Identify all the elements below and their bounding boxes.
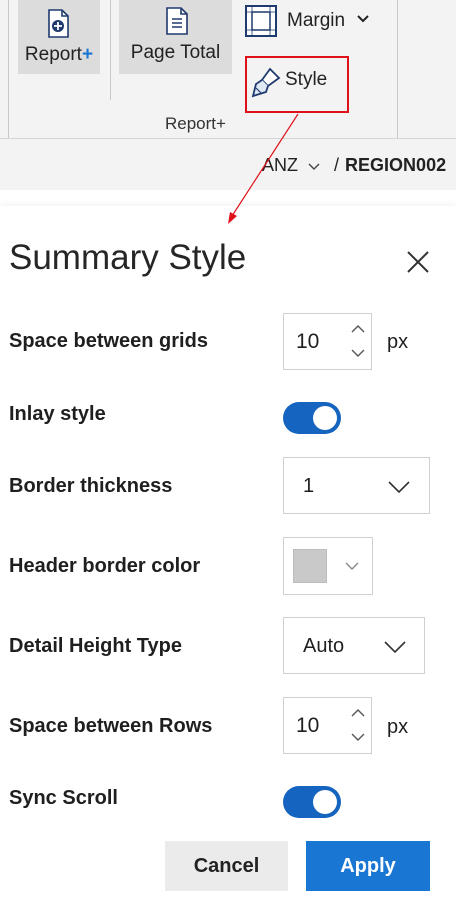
stepper-arrows-icon[interactable]: [350, 708, 366, 742]
margin-icon: [245, 5, 277, 37]
header-border-color-picker[interactable]: [283, 537, 373, 595]
space-between-grids-stepper[interactable]: 10: [283, 313, 372, 370]
space-between-grids-unit: px: [387, 331, 409, 353]
space-between-grids-label: Space between grids: [9, 330, 208, 352]
border-thickness-label: Border thickness: [9, 475, 173, 497]
header-border-color-label: Header border color: [9, 555, 201, 577]
breadcrumb-current: REGION002: [345, 155, 447, 175]
margin-dropdown-button[interactable]: Margin: [244, 4, 374, 40]
panel-title: Summary Style: [9, 238, 247, 277]
space-between-rows-unit: px: [387, 716, 409, 738]
chevron-down-icon[interactable]: [307, 162, 321, 171]
ribbon-divider: [8, 0, 9, 138]
margin-label: Margin: [287, 10, 346, 31]
inlay-style-label: Inlay style: [9, 403, 106, 425]
inlay-style-toggle[interactable]: [283, 402, 341, 434]
report-plus-sign: +: [81, 44, 94, 65]
stepper-arrows-icon[interactable]: [350, 324, 366, 358]
sync-scroll-label: Sync Scroll: [9, 787, 118, 809]
space-between-rows-value: 10: [296, 714, 320, 737]
cancel-button[interactable]: Cancel: [165, 841, 288, 891]
toggle-knob: [313, 790, 337, 814]
color-swatch: [293, 549, 327, 583]
space-between-grids-value: 10: [296, 330, 320, 353]
style-button[interactable]: Style: [245, 56, 349, 113]
detail-height-type-select[interactable]: Auto: [283, 617, 425, 674]
page-total-icon: [166, 7, 188, 35]
chevron-down-icon: [384, 641, 406, 654]
breadcrumb-parent[interactable]: ANZ: [262, 155, 298, 175]
paintbrush-icon: [251, 67, 281, 98]
chevron-down-icon: [357, 15, 369, 23]
report-plus-button[interactable]: Report+: [18, 0, 100, 74]
page-total-label: Page Total: [130, 42, 221, 63]
breadcrumb: ANZ / REGION002: [262, 155, 446, 176]
sync-scroll-toggle[interactable]: [283, 786, 341, 818]
border-thickness-value: 1: [303, 475, 315, 497]
ribbon-toolbar: Report+ Page Total Margin Style Report+: [0, 0, 456, 140]
border-thickness-select[interactable]: 1: [283, 457, 430, 514]
chevron-down-icon: [345, 562, 359, 570]
page-total-button[interactable]: Page Total: [119, 0, 232, 74]
toggle-knob: [313, 406, 337, 430]
style-label: Style: [285, 69, 328, 90]
report-icon: [48, 9, 69, 38]
ribbon-divider: [110, 0, 111, 100]
close-icon[interactable]: [404, 248, 432, 276]
detail-height-type-value: Auto: [303, 635, 345, 657]
ribbon-bottom-border: [0, 138, 456, 139]
space-between-rows-label: Space between Rows: [9, 715, 213, 737]
space-between-rows-stepper[interactable]: 10: [283, 697, 372, 754]
ribbon-divider: [397, 0, 398, 138]
report-label: Report: [24, 44, 82, 65]
chevron-down-icon: [388, 481, 410, 494]
apply-button[interactable]: Apply: [306, 841, 430, 891]
breadcrumb-separator: /: [334, 155, 340, 175]
ribbon-group-label: Report+: [165, 114, 226, 133]
detail-height-type-label: Detail Height Type: [9, 635, 182, 657]
